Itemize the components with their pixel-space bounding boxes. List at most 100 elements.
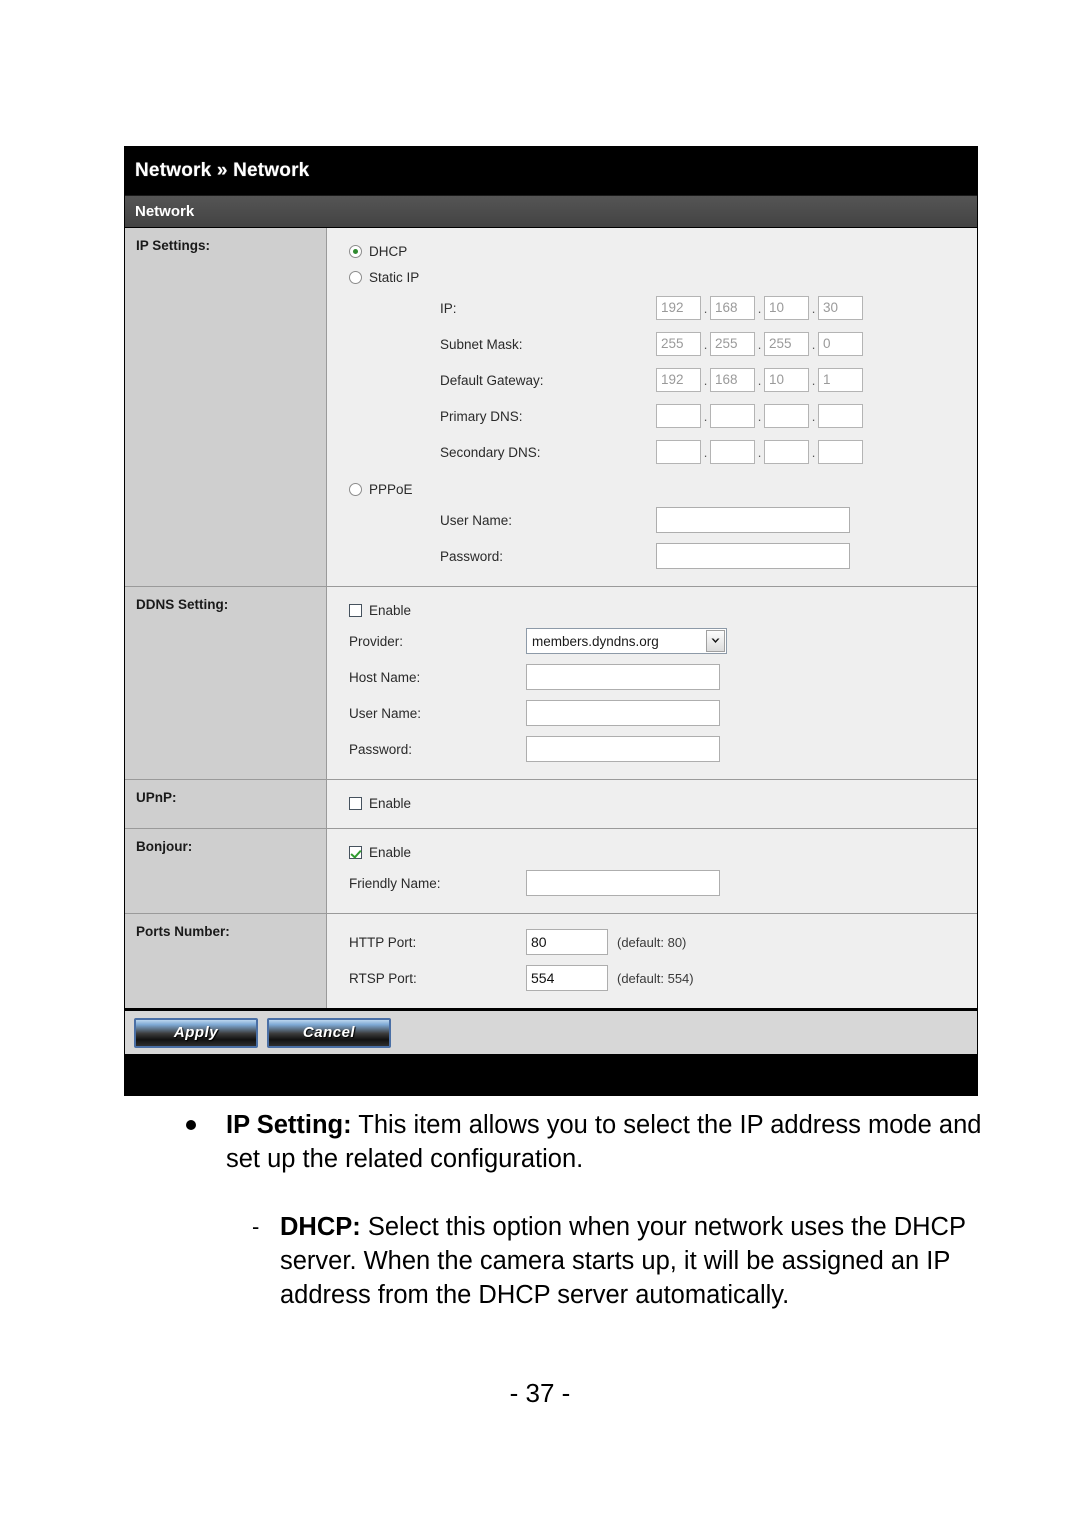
input-pppoe-password[interactable] <box>656 543 850 569</box>
row-ddns-setting: DDNS Setting: Enable Provider: members.d… <box>125 587 977 780</box>
checkbox-option-upnp-enable[interactable]: Enable <box>327 790 977 816</box>
input-subnet-octet-4[interactable]: 0 <box>818 332 863 356</box>
field-row-ddns-user-name: User Name: <box>327 695 977 731</box>
label-http-port: HTTP Port: <box>349 934 417 950</box>
input-secondary-dns-octet-2[interactable] <box>710 440 755 464</box>
checkbox-option-ddns-enable[interactable]: Enable <box>327 597 977 623</box>
input-subnet-octet-1[interactable]: 255 <box>656 332 701 356</box>
row-fields-ports-number: HTTP Port: 80 (default: 80) RTSP Port: 5… <box>327 914 977 1008</box>
checkbox-option-bonjour-enable[interactable]: Enable <box>327 839 977 865</box>
input-pppoe-user-name[interactable] <box>656 507 850 533</box>
ip-dot: . <box>757 372 762 388</box>
field-row-ddns-password: Password: <box>327 731 977 767</box>
radio-option-dhcp[interactable]: DHCP <box>327 238 977 264</box>
input-ddns-user-name[interactable] <box>526 700 720 726</box>
input-bonjour-friendly-name[interactable] <box>526 870 720 896</box>
input-secondary-dns-octet-4[interactable] <box>818 440 863 464</box>
input-gateway-octet-2[interactable]: 168 <box>710 368 755 392</box>
label-ddns-password: Password: <box>349 741 413 757</box>
input-http-port[interactable]: 80 <box>526 929 608 955</box>
field-row-subnet-mask: Subnet Mask: 255. 255. 255. 0 <box>327 326 977 362</box>
radio-option-pppoe[interactable]: PPPoE <box>327 476 977 502</box>
field-row-http-port: HTTP Port: 80 (default: 80) <box>327 924 977 960</box>
input-ip-octet-4[interactable]: 30 <box>818 296 863 320</box>
label-ddns-user-name: User Name: <box>349 705 422 721</box>
input-secondary-dns-octet-3[interactable] <box>764 440 809 464</box>
radio-dhcp-label: DHCP <box>369 243 408 259</box>
checkbox-upnp-enable-icon[interactable] <box>349 796 362 810</box>
input-ddns-password[interactable] <box>526 736 720 762</box>
input-gateway-octet-4[interactable]: 1 <box>818 368 863 392</box>
ip-dot: . <box>811 444 816 460</box>
input-ip-octet-1[interactable]: 192 <box>656 296 701 320</box>
input-ip-octet-3[interactable]: 10 <box>764 296 809 320</box>
row-upnp: UPnP: Enable <box>125 780 977 829</box>
row-label-bonjour: Bonjour: <box>125 829 327 913</box>
row-ports-number: Ports Number: HTTP Port: 80 (default: 80… <box>125 914 977 1008</box>
radio-static-ip-icon[interactable] <box>349 270 362 284</box>
apply-button[interactable]: Apply <box>134 1017 258 1048</box>
radio-dhcp-icon[interactable] <box>349 244 362 258</box>
input-secondary-dns-octet-1[interactable] <box>656 440 701 464</box>
ip-dot: . <box>757 336 762 352</box>
label-subnet-mask: Subnet Mask: <box>440 336 523 352</box>
ip-dot: . <box>703 372 708 388</box>
row-fields-ip-settings: DHCP Static IP IP: 192. 168. 10. 30 Subnet … <box>327 228 977 586</box>
ip-dot: . <box>811 408 816 424</box>
sub-body-dhcp: Select this option when your network use… <box>280 1213 966 1309</box>
label-ddns-host-name: Host Name: <box>349 669 421 685</box>
section-header: Network <box>125 195 977 227</box>
label-rtsp-port: RTSP Port: <box>349 970 417 986</box>
sub-paragraph-dhcp: - DHCP: Select this option when your netw… <box>0 1210 1080 1312</box>
chevron-down-icon[interactable] <box>706 630 725 652</box>
select-ddns-provider-value: members.dyndns.org <box>532 633 659 649</box>
label-primary-dns: Primary DNS: <box>440 408 523 424</box>
checkbox-bonjour-enable-label: Enable <box>369 844 412 860</box>
input-ip-octet-2[interactable]: 168 <box>710 296 755 320</box>
radio-static-ip-label: Static IP <box>369 269 420 285</box>
row-fields-upnp: Enable <box>327 780 977 828</box>
select-ddns-provider[interactable]: members.dyndns.org <box>526 628 727 654</box>
label-pppoe-user-name: User Name: <box>440 512 513 528</box>
checkbox-ddns-enable-label: Enable <box>369 602 412 618</box>
input-primary-dns-octet-1[interactable] <box>656 404 701 428</box>
input-primary-dns-octet-3[interactable] <box>764 404 809 428</box>
bullet-dot-icon <box>186 1120 196 1130</box>
network-settings-screenshot: Network » Network Network IP Settings: D… <box>124 146 978 1096</box>
field-row-rtsp-port: RTSP Port: 554 (default: 554) <box>327 960 977 996</box>
manual-body-text: IP Setting: This item allows you to sele… <box>0 1108 1080 1312</box>
rtsp-port-default-note: (default: 554) <box>617 970 694 986</box>
radio-option-static-ip[interactable]: Static IP <box>327 264 977 290</box>
input-ddns-host-name[interactable] <box>526 664 720 690</box>
input-rtsp-port[interactable]: 554 <box>526 965 608 991</box>
input-primary-dns-octet-4[interactable] <box>818 404 863 428</box>
ip-dot: . <box>703 408 708 424</box>
ip-dot: . <box>811 300 816 316</box>
ip-dot: . <box>757 444 762 460</box>
radio-pppoe-label: PPPoE <box>369 481 413 497</box>
checkbox-upnp-enable-label: Enable <box>369 795 412 811</box>
input-primary-dns-octet-2[interactable] <box>710 404 755 428</box>
input-gateway-octet-3[interactable]: 10 <box>764 368 809 392</box>
radio-pppoe-icon[interactable] <box>349 482 362 496</box>
input-subnet-octet-2[interactable]: 255 <box>710 332 755 356</box>
field-row-pppoe-password: Password: <box>327 538 977 574</box>
input-gateway-octet-1[interactable]: 192 <box>656 368 701 392</box>
field-row-default-gateway: Default Gateway: 192. 168. 10. 1 <box>327 362 977 398</box>
checkbox-bonjour-enable-icon[interactable] <box>349 845 362 859</box>
ip-dot: . <box>811 336 816 352</box>
row-label-ddns-setting: DDNS Setting: <box>125 587 327 779</box>
input-subnet-octet-3[interactable]: 255 <box>764 332 809 356</box>
field-row-bonjour-friendly-name: Friendly Name: <box>327 865 977 901</box>
page-number: - 37 - <box>509 1378 571 1408</box>
cancel-button[interactable]: Cancel <box>267 1017 391 1048</box>
dash-marker: - <box>252 1214 260 1239</box>
row-fields-bonjour: Enable Friendly Name: <box>327 829 977 913</box>
label-ddns-provider: Provider: <box>349 633 404 649</box>
label-secondary-dns: Secondary DNS: <box>440 444 541 460</box>
label-ip: IP: <box>440 300 457 316</box>
checkbox-ddns-enable-icon[interactable] <box>349 603 362 617</box>
field-row-ddns-host-name: Host Name: <box>327 659 977 695</box>
breadcrumb-bar: Network » Network <box>125 147 977 195</box>
sub-title-dhcp: DHCP: <box>280 1213 361 1241</box>
